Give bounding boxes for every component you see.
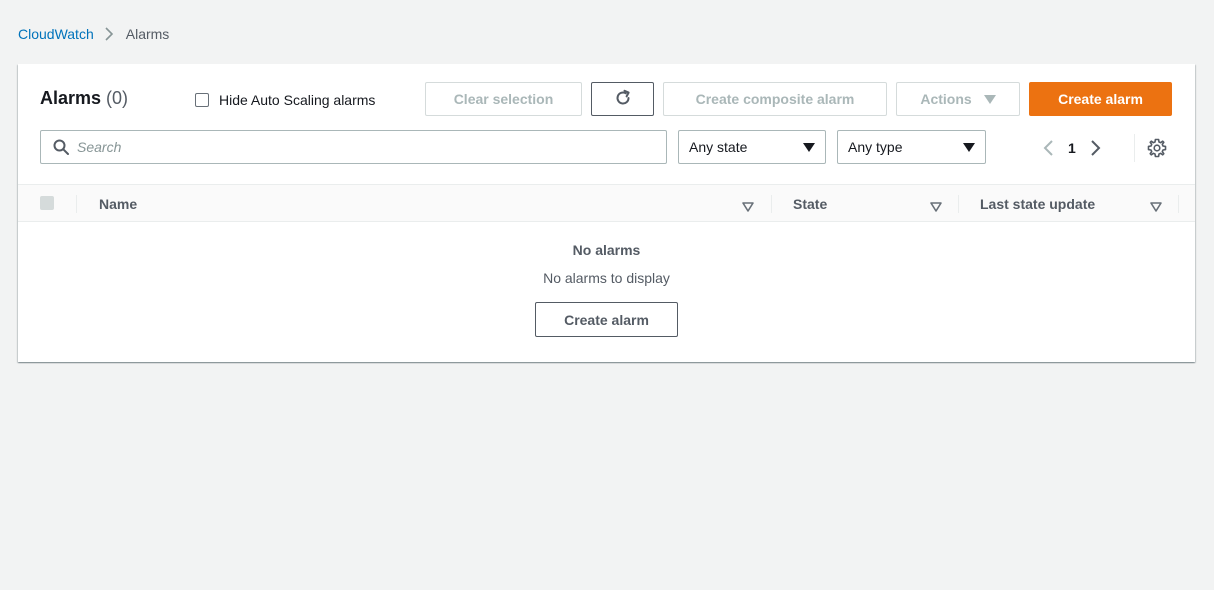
- column-header-name[interactable]: Name: [99, 196, 137, 212]
- type-filter-value: Any type: [848, 139, 903, 155]
- state-filter-select[interactable]: Any state: [678, 130, 826, 164]
- hide-autoscaling-checkbox[interactable]: [195, 93, 209, 107]
- panel-title: Alarms (0): [40, 88, 128, 109]
- column-divider: [76, 195, 77, 213]
- sort-triangle-icon[interactable]: [1150, 199, 1162, 217]
- empty-state-create-alarm-button[interactable]: Create alarm: [535, 302, 678, 337]
- refresh-icon: [613, 88, 633, 111]
- search-icon: [53, 139, 69, 155]
- column-header-last-state-update[interactable]: Last state update: [980, 196, 1095, 212]
- pager-divider: [1134, 134, 1135, 162]
- caret-down-icon: [803, 142, 815, 152]
- panel-title-text: Alarms: [40, 88, 102, 108]
- chevron-left-icon[interactable]: [1042, 139, 1054, 157]
- breadcrumb: CloudWatch Alarms: [18, 24, 169, 44]
- actions-dropdown-button[interactable]: Actions: [896, 82, 1020, 116]
- state-filter-value: Any state: [689, 139, 748, 155]
- hide-autoscaling-label: Hide Auto Scaling alarms: [219, 92, 376, 108]
- clear-selection-button[interactable]: Clear selection: [425, 82, 582, 116]
- create-composite-alarm-button[interactable]: Create composite alarm: [663, 82, 887, 116]
- gear-icon[interactable]: [1147, 138, 1167, 163]
- hide-autoscaling-toggle[interactable]: Hide Auto Scaling alarms: [195, 92, 375, 108]
- search-box[interactable]: [40, 130, 667, 164]
- empty-state-title: No alarms: [572, 242, 641, 258]
- search-input[interactable]: [77, 139, 637, 155]
- sort-triangle-icon[interactable]: [930, 199, 942, 217]
- alarms-panel: Alarms (0) Hide Auto Scaling alarms Clea…: [18, 64, 1195, 362]
- create-alarm-button[interactable]: Create alarm: [1029, 82, 1172, 116]
- empty-state-description: No alarms to display: [543, 270, 670, 286]
- column-divider: [1178, 195, 1179, 213]
- breadcrumb-cloudwatch-link[interactable]: CloudWatch: [18, 26, 94, 42]
- breadcrumb-current: Alarms: [125, 26, 170, 42]
- empty-state: No alarms No alarms to display Create al…: [18, 222, 1195, 337]
- select-all-checkbox[interactable]: [40, 196, 54, 210]
- sort-triangle-icon[interactable]: [742, 199, 754, 217]
- pagination: 1: [1042, 136, 1102, 160]
- table-header: Name State Last state update: [18, 184, 1195, 222]
- chevron-right-icon: [104, 27, 114, 41]
- caret-down-icon: [983, 94, 996, 104]
- page-number[interactable]: 1: [1068, 140, 1076, 156]
- type-filter-select[interactable]: Any type: [837, 130, 986, 164]
- column-divider: [958, 195, 959, 213]
- column-divider: [771, 195, 772, 213]
- actions-label: Actions: [920, 91, 972, 107]
- caret-down-icon: [963, 142, 975, 152]
- chevron-right-icon[interactable]: [1090, 139, 1102, 157]
- alarm-count: (0): [106, 88, 129, 108]
- column-header-state[interactable]: State: [793, 196, 827, 212]
- refresh-button[interactable]: [591, 82, 654, 116]
